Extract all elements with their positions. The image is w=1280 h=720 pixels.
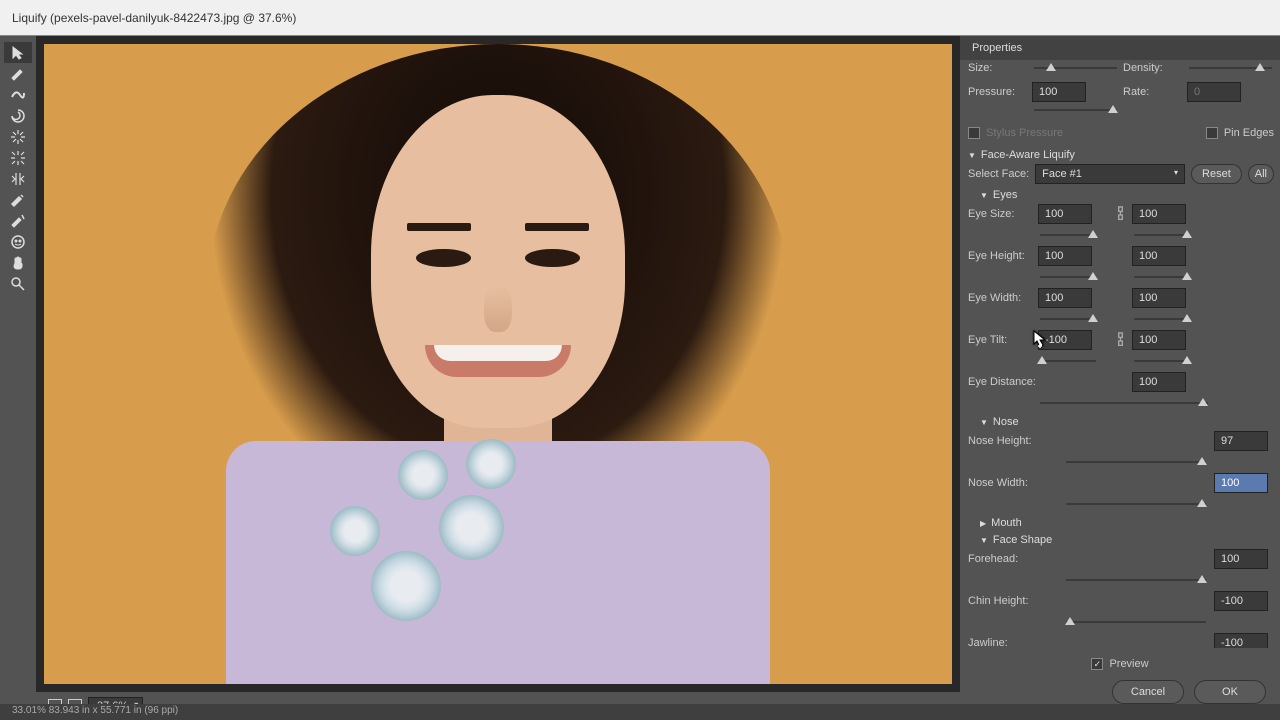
pin-edges-label: Pin Edges	[1224, 127, 1274, 139]
preview-checkbox[interactable]	[1091, 658, 1103, 670]
stylus-checkbox	[968, 127, 980, 139]
pressure-label: Pressure:	[968, 86, 1028, 98]
face-aware-section[interactable]: ▼Face-Aware Liquify	[968, 149, 1274, 161]
forward-warp-tool[interactable]	[4, 42, 32, 63]
mouth-section[interactable]: ▶Mouth	[980, 517, 1274, 529]
eye-tilt-right-input[interactable]	[1132, 330, 1186, 350]
pressure-input[interactable]	[1032, 82, 1086, 102]
face-select[interactable]: Face #1	[1035, 164, 1185, 184]
window-titlebar: Liquify (pexels-pavel-danilyuk-8422473.j…	[0, 0, 1280, 36]
forehead-label: Forehead:	[968, 553, 1058, 565]
eye-width-label: Eye Width:	[968, 292, 1038, 304]
smooth-tool[interactable]	[4, 84, 32, 105]
pucker-tool[interactable]	[4, 126, 32, 147]
pin-edges-checkbox[interactable]	[1206, 127, 1218, 139]
stylus-label: Stylus Pressure	[986, 127, 1063, 139]
size-slider[interactable]	[1034, 60, 1117, 76]
eye-height-left-input[interactable]	[1038, 246, 1092, 266]
jawline-input[interactable]	[1214, 633, 1268, 648]
eye-height-label: Eye Height:	[968, 250, 1038, 262]
portrait-illustration	[44, 44, 952, 684]
density-label: Density:	[1123, 62, 1183, 74]
eye-size-left-input[interactable]	[1038, 204, 1092, 224]
rate-input	[1187, 82, 1241, 102]
eye-tilt-left-input[interactable]	[1038, 330, 1092, 350]
pressure-slider[interactable]	[1034, 102, 1117, 118]
preview-label: Preview	[1109, 658, 1148, 670]
jawline-label: Jawline:	[968, 637, 1058, 648]
status-bar: 33.01% 83.943 in x 55.771 in (96 ppi)	[0, 704, 1280, 720]
window-title: Liquify (pexels-pavel-danilyuk-8422473.j…	[12, 11, 296, 25]
link-icon[interactable]	[1116, 206, 1125, 222]
bloat-tool[interactable]	[4, 147, 32, 168]
tool-toolbar	[0, 36, 36, 720]
reconstruct-tool[interactable]	[4, 63, 32, 84]
nose-height-label: Nose Height:	[968, 435, 1058, 447]
link-icon[interactable]	[1116, 332, 1125, 348]
eye-width-right-input[interactable]	[1132, 288, 1186, 308]
chin-label: Chin Height:	[968, 595, 1058, 607]
eye-size-l-slider[interactable]	[1040, 227, 1096, 243]
nose-section[interactable]: ▼Nose	[980, 416, 1274, 428]
cancel-button[interactable]: Cancel	[1112, 680, 1184, 704]
eye-tilt-label: Eye Tilt:	[968, 334, 1038, 346]
properties-panel: Properties Size: Density: Pressure: Rate…	[960, 36, 1280, 720]
twirl-tool[interactable]	[4, 105, 32, 126]
density-slider[interactable]	[1189, 60, 1272, 76]
eyes-section[interactable]: ▼Eyes	[980, 189, 1274, 201]
size-label: Size:	[968, 62, 1028, 74]
face-shape-section[interactable]: ▼Face Shape	[980, 534, 1274, 546]
eye-size-label: Eye Size:	[968, 208, 1038, 220]
face-tool[interactable]	[4, 231, 32, 252]
eye-height-right-input[interactable]	[1132, 246, 1186, 266]
nose-height-input[interactable]	[1214, 431, 1268, 451]
eye-distance-label: Eye Distance:	[968, 376, 1038, 388]
all-button[interactable]: All	[1248, 164, 1274, 184]
eye-width-left-input[interactable]	[1038, 288, 1092, 308]
thaw-mask-tool[interactable]	[4, 210, 32, 231]
eye-size-right-input[interactable]	[1132, 204, 1186, 224]
eye-distance-input[interactable]	[1132, 372, 1186, 392]
freeze-mask-tool[interactable]	[4, 189, 32, 210]
chin-input[interactable]	[1214, 591, 1268, 611]
ok-button[interactable]: OK	[1194, 680, 1266, 704]
hand-tool[interactable]	[4, 252, 32, 273]
eye-size-r-slider[interactable]	[1134, 227, 1190, 243]
select-face-label: Select Face:	[968, 168, 1029, 180]
zoom-tool[interactable]	[4, 273, 32, 294]
nose-width-input[interactable]	[1214, 473, 1268, 493]
image-canvas[interactable]	[44, 44, 952, 684]
panel-title: Properties	[960, 36, 1280, 60]
forehead-input[interactable]	[1214, 549, 1268, 569]
push-left-tool[interactable]	[4, 168, 32, 189]
nose-width-label: Nose Width:	[968, 477, 1058, 489]
rate-label: Rate:	[1123, 86, 1183, 98]
reset-button[interactable]: Reset	[1191, 164, 1242, 184]
